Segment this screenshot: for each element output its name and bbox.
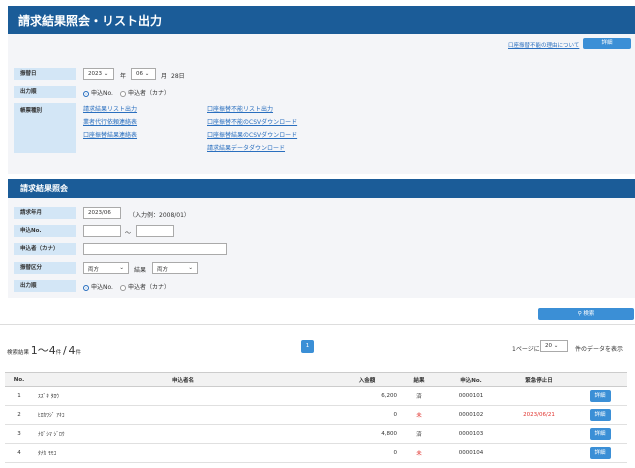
no-label: 申込No. [14,225,76,237]
kana-input[interactable] [83,243,227,255]
page-title-bar: 請求結果照会・リスト出力 [8,6,635,34]
year-select[interactable]: 2023 ⌄ [83,68,114,80]
no-to-input[interactable] [136,225,174,237]
top-detail-button[interactable]: 詳細 [583,38,631,49]
link-agent-request[interactable]: 業者代行依頼連絡表 [83,117,137,126]
link-billing-result[interactable]: 請求結果リスト出力 [83,104,137,113]
page-1-button[interactable]: 1 [301,340,314,353]
chevron-down-icon: ⌄ [119,265,124,271]
result-label: 結果 [134,267,147,274]
result-count: 検索結果 1～4件 / 4件 [7,344,82,357]
no-from-input[interactable] [83,225,121,237]
th-app-no: 申込No. [437,372,505,387]
div-label: 振替区分 [14,262,76,274]
per-page-label: 1ページに [512,346,540,353]
ym-input[interactable]: 2023/06 [83,207,121,219]
inquiry-header: 請求結果照会 [8,179,635,198]
order-label: 出力順 [14,86,76,98]
th-no: No. [5,372,33,387]
day-text: 28日 [171,73,185,80]
table-row: 3 ﾅｶﾞｼﾏ ｼﾞﾛｳ 4,800 済 0000103 詳細 [5,424,627,444]
page-title: 請求結果照会・リスト出力 [18,14,163,28]
th-name: 申込者名 [33,372,333,387]
link-unable-csv[interactable]: 口座振替不能のCSVダウンロード [207,117,297,126]
link-result-data[interactable]: 請求結果データダウンロード [207,143,285,152]
report-label: 帳票種別 [14,103,76,153]
reason-link[interactable]: 口座振替不能の理由について [508,41,579,49]
row-detail-button[interactable]: 詳細 [589,409,611,421]
divider [0,324,635,325]
link-transfer-result[interactable]: 口座振替結果連絡表 [83,130,137,139]
order-radio-kana[interactable]: 申込者（カナ） [120,88,170,97]
month-select[interactable]: 06 ⌄ [131,68,156,80]
table-row: 2 ﾋﾛｶﾜｼﾞ ｱｷｺ 0 未 0000102 2023/06/21 詳細 [5,405,627,425]
inquiry-title: 請求結果照会 [20,184,68,193]
tilde: ～ [125,230,132,237]
row-detail-button[interactable]: 詳細 [589,390,611,402]
th-result: 結果 [401,372,437,387]
radio-checked-icon [83,90,89,97]
order-radio-no[interactable]: 申込No. [83,88,113,97]
result-select[interactable]: 両方 ⌄ [152,262,198,274]
row-detail-button[interactable]: 詳細 [589,428,611,440]
radio-unchecked-icon [120,90,126,97]
radio-unchecked-icon [120,284,126,291]
row-detail-button[interactable]: 詳細 [589,447,611,459]
link-unable-list[interactable]: 口座振替不能リスト出力 [207,104,273,113]
chevron-down-icon: ⌄ [188,265,193,271]
kana-label: 申込者（カナ） [14,243,76,255]
results-table: No. 申込者名 入金額 結果 申込No. 緊急停止日 1 ｽｽﾞｷ ﾀﾛｳ 6… [5,372,627,463]
table-row: 1 ｽｽﾞｷ ﾀﾛｳ 6,200 済 0000101 詳細 [5,386,627,406]
th-amount: 入金額 [333,372,401,387]
link-result-csv[interactable]: 口座振替結果のCSVダウンロード [207,130,297,139]
per-page-suffix: 件のデータを表示 [575,346,624,353]
ym-hint: （入力例：2008/01） [129,212,190,219]
div-select[interactable]: 両方 ⌄ [83,262,129,274]
year-unit: 年 [120,73,127,80]
th-action [573,372,627,387]
inq-order-radio-no[interactable]: 申込No. [83,282,113,291]
inq-order-label: 出力順 [14,280,76,292]
search-button[interactable]: ⚲ 検索 [538,308,634,320]
radio-checked-icon [83,284,89,291]
ym-label: 請求年月 [14,207,76,219]
per-page-select[interactable]: 20 ⌄ [540,340,568,352]
month-unit: 月 [161,73,168,80]
table-row: 4 ﾀﾅｶ ﾓﾓｺ 0 未 0000104 詳細 [5,443,627,463]
th-stop-date: 緊急停止日 [505,372,573,387]
inq-order-radio-kana[interactable]: 申込者（カナ） [120,282,170,291]
date-label: 振替日 [14,68,76,80]
